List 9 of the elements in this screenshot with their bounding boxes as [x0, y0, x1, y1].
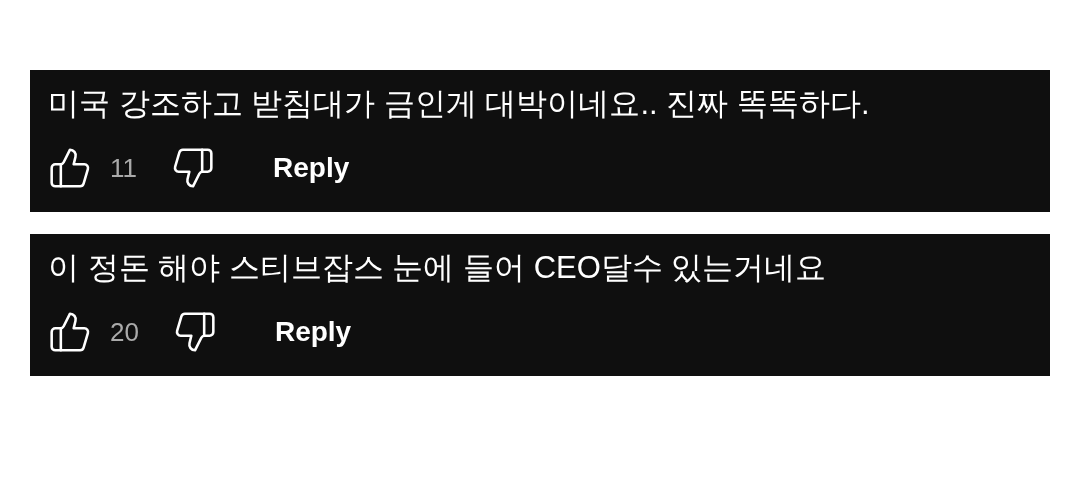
dislike-icon[interactable] [171, 146, 215, 190]
reply-button[interactable]: Reply [273, 147, 350, 189]
reply-button[interactable]: Reply [274, 311, 352, 353]
comment-text: 이 정돈 해야 스티브잡스 눈에 들어 CEO달수 있는거네요 [48, 249, 828, 287]
like-count: 11 [110, 151, 137, 185]
like-icon[interactable] [48, 146, 92, 190]
like-icon[interactable] [48, 310, 92, 354]
comment-text: 미국 강조하고 받침대가 금인게 대박이네요.. 진짜 똑똑하다. [48, 85, 871, 123]
like-count: 20 [110, 315, 139, 349]
